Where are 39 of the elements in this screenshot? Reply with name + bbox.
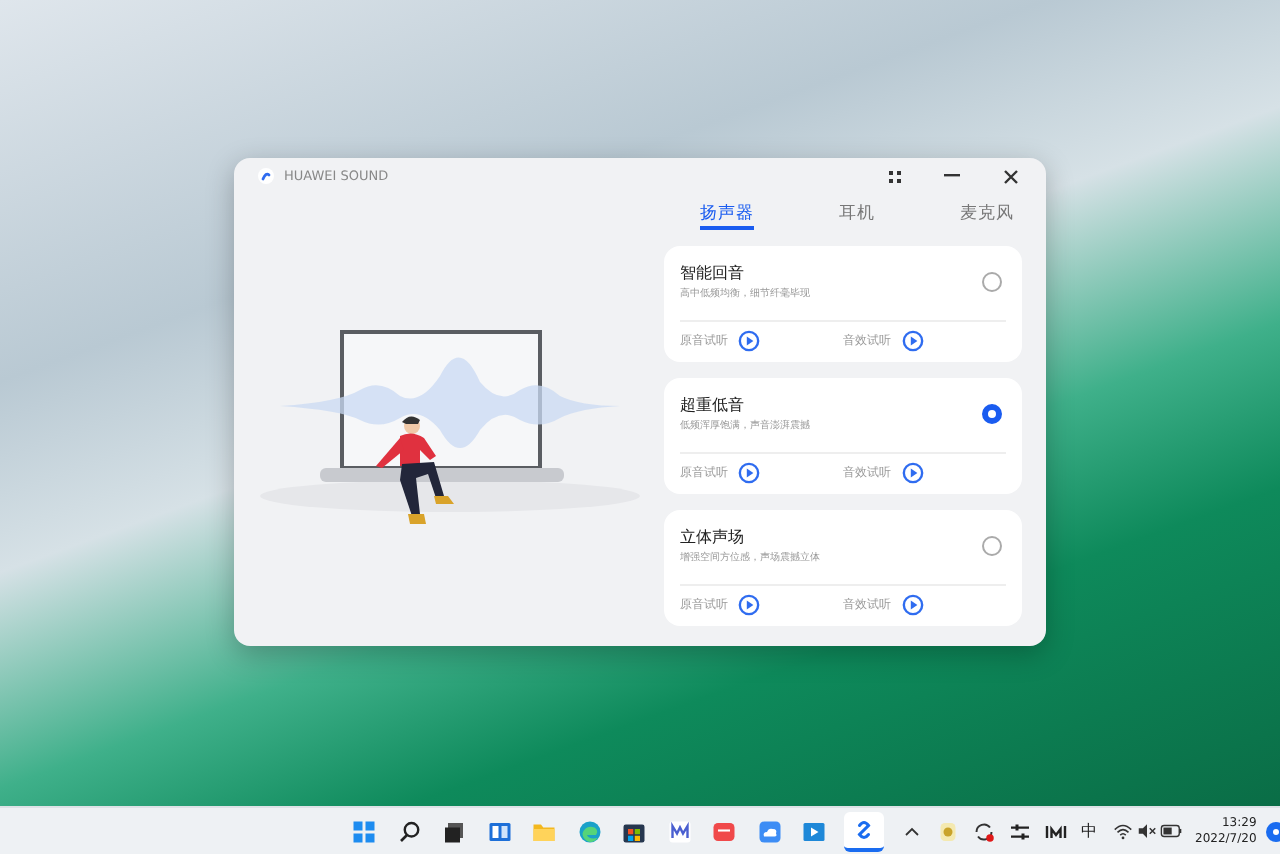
close-icon [1003, 169, 1017, 183]
input-method-indicator[interactable]: 中 [1075, 811, 1103, 851]
play-icon[interactable] [738, 330, 760, 352]
sync-icon [971, 819, 995, 843]
mode-title: 智能回音 [680, 264, 746, 284]
battery-icon[interactable] [1159, 820, 1181, 842]
tab[interactable]: 耳机 [839, 202, 875, 230]
video-player-icon [802, 819, 826, 843]
play-icon[interactable] [738, 594, 760, 616]
tab[interactable]: 麦克风 [960, 202, 1014, 230]
play-icon[interactable] [901, 330, 923, 352]
minus-app-icon [712, 819, 736, 843]
tab[interactable]: 扬声器 [700, 202, 754, 230]
search-icon [397, 819, 421, 843]
app-logo-icon [258, 168, 274, 184]
cloud-icon [757, 819, 781, 843]
wifi-icon[interactable] [1111, 820, 1133, 842]
mode-title: 超重低音 [680, 396, 746, 416]
radio-button[interactable] [982, 404, 1002, 424]
grid-icon [887, 169, 901, 183]
play-icon[interactable] [901, 462, 923, 484]
browser-icon [577, 819, 601, 843]
chart-app-icon [667, 819, 691, 843]
folder-icon [532, 819, 556, 843]
radio-button[interactable] [982, 536, 1002, 556]
sliders-icon [1007, 819, 1031, 843]
store-icon [622, 819, 646, 843]
minimize-icon [944, 174, 960, 178]
radio-button[interactable] [982, 272, 1002, 292]
sound-app-button[interactable] [843, 811, 883, 851]
task-view-icon [442, 819, 466, 843]
start-icon [352, 819, 376, 843]
widgets-icon [487, 819, 511, 843]
mode-title: 立体声场 [680, 528, 746, 548]
notification-icon[interactable] [1266, 821, 1280, 841]
coin-app-icon [935, 819, 959, 843]
play-icon[interactable] [738, 462, 760, 484]
speaker-muted-icon[interactable] [1135, 820, 1157, 842]
play-icon[interactable] [901, 594, 923, 616]
